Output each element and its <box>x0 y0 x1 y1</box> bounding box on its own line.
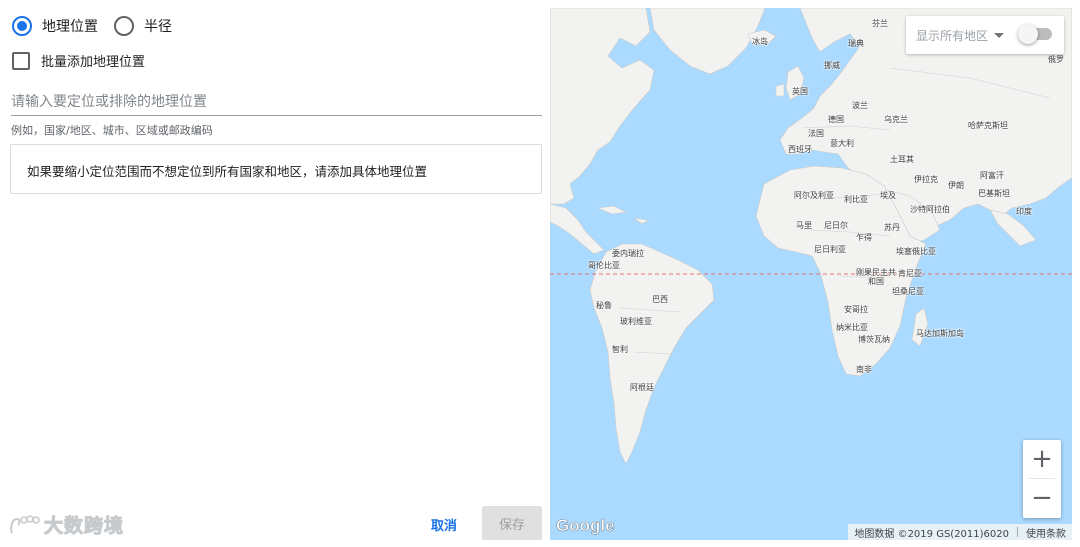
map-label: 阿根廷 <box>630 383 654 392</box>
map-label: 秘鲁 <box>596 301 612 310</box>
zoom-control: + − <box>1023 440 1061 518</box>
terms-of-use-link[interactable]: 使用条款 <box>1026 525 1066 540</box>
radio-label-radius: 半径 <box>144 19 172 35</box>
radio-selected-icon[interactable] <box>12 16 32 36</box>
map-label: 哈萨克斯坦 <box>968 121 1008 130</box>
map-label: 冰岛 <box>752 37 768 46</box>
map-label: 英国 <box>792 87 808 96</box>
bulk-add-checkbox-row[interactable]: 批量添加地理位置 <box>12 51 145 70</box>
map-label: 挪威 <box>824 61 840 70</box>
map-label: 阿富汗 <box>980 171 1004 180</box>
map-label: 肯尼亚 <box>898 269 922 278</box>
map-label: 纳米比亚 <box>836 323 868 332</box>
map-label: 西班牙 <box>788 145 812 154</box>
location-targeting-dialog: 地理位置 半径 批量添加地理位置 例如，国家/地区、城市、区域或邮政编码 如果要… <box>0 0 1080 547</box>
location-panel: 地理位置 半径 批量添加地理位置 例如，国家/地区、城市、区域或邮政编码 如果要… <box>0 0 550 547</box>
map-landmass <box>550 8 1072 465</box>
zoom-in-button[interactable]: + <box>1023 440 1061 478</box>
radio-label-geo-location: 地理位置 <box>42 19 98 35</box>
location-search-input[interactable] <box>11 88 542 116</box>
map-label: 瑞典 <box>848 39 864 48</box>
map-label: 巴西 <box>652 295 668 304</box>
map-label: 乌克兰 <box>884 115 908 124</box>
region-filter-control: 显示所有地区 <box>906 16 1064 54</box>
map-label: 意大利 <box>830 139 854 148</box>
watermark-text: 大数跨境 <box>43 515 125 538</box>
map-label: 乍得 <box>856 233 872 242</box>
map-label: 巴基斯坦 <box>978 189 1010 198</box>
map-label: 苏丹 <box>884 223 900 232</box>
cancel-button[interactable]: 取消 <box>418 508 470 540</box>
map-label: 玻利维亚 <box>620 317 652 326</box>
attribution-divider <box>1017 527 1018 537</box>
map-label: 德国 <box>828 115 844 124</box>
zoom-out-button[interactable]: − <box>1023 479 1061 517</box>
map-label: 委内瑞拉 <box>612 249 644 258</box>
map-label: 尼日尔 <box>824 221 848 230</box>
map-label: 阿尔及利亚 <box>794 191 834 200</box>
region-filter-label[interactable]: 显示所有地区 <box>916 27 988 44</box>
map-label: 伊朗 <box>948 181 964 190</box>
map-label: 哥伦比亚 <box>588 261 620 270</box>
map-label: 马里 <box>796 221 812 230</box>
radio-option-radius[interactable]: 半径 <box>114 16 172 36</box>
map-data-attribution: 地图数据 ©2019 GS(2011)6020 <box>854 528 1009 540</box>
radio-option-geo-location[interactable]: 地理位置 <box>12 16 98 36</box>
map-label: 土耳其 <box>890 155 914 164</box>
map-label: 俄罗 <box>1048 55 1064 64</box>
watermark: 大数跨境 <box>8 511 124 538</box>
info-message-box: 如果要缩小定位范围而不想定位到所有国家和地区，请添加具体地理位置 <box>10 144 542 194</box>
map-label: 伊拉克 <box>914 175 938 184</box>
map-label: 马达加斯加岛 <box>916 329 964 338</box>
map-label: 博茨瓦纳 <box>858 335 890 344</box>
region-toggle-switch[interactable] <box>1018 24 1054 44</box>
targeting-mode-radio-group: 地理位置 半径 <box>12 14 188 38</box>
search-hint: 例如，国家/地区、城市、区域或邮政编码 <box>11 124 213 137</box>
bulk-add-checkbox[interactable] <box>12 51 30 70</box>
map-label: 芬兰 <box>872 19 888 28</box>
info-message-text: 如果要缩小定位范围而不想定位到所有国家和地区，请添加具体地理位置 <box>27 164 428 179</box>
map-label: 坦桑尼亚 <box>892 287 924 296</box>
map-label: 埃塞俄比亚 <box>896 247 936 256</box>
map-label: 智利 <box>612 345 628 354</box>
map-label: 法国 <box>808 129 824 138</box>
bulk-add-label: 批量添加地理位置 <box>41 55 146 70</box>
map-label: 波兰 <box>852 101 868 110</box>
map-label: 南非 <box>856 365 872 374</box>
watermark-logo-icon <box>10 514 40 533</box>
dropdown-arrow-icon[interactable] <box>994 32 1005 38</box>
map-label: 刚果民主共和国 <box>856 268 896 286</box>
world-map[interactable]: 芬兰 瑞典 冰岛 挪威 俄罗 英国 波兰 德国 乌克兰 哈萨克斯坦 法国 意大利… <box>550 8 1072 540</box>
map-label: 安哥拉 <box>844 305 868 314</box>
map-label: 利比亚 <box>844 195 868 204</box>
radio-unselected-icon[interactable] <box>114 16 134 36</box>
map-label: 埃及 <box>880 191 896 200</box>
map-attribution-bar: 地图数据 ©2019 GS(2011)6020 使用条款 <box>848 524 1072 540</box>
map-label: 沙特阿拉伯 <box>910 205 950 214</box>
toggle-knob[interactable] <box>1018 24 1038 44</box>
google-logo: Google <box>556 516 615 536</box>
map-label: 印度 <box>1016 207 1032 216</box>
map-label: 尼日利亚 <box>814 245 846 254</box>
save-button[interactable]: 保存 <box>482 506 542 540</box>
